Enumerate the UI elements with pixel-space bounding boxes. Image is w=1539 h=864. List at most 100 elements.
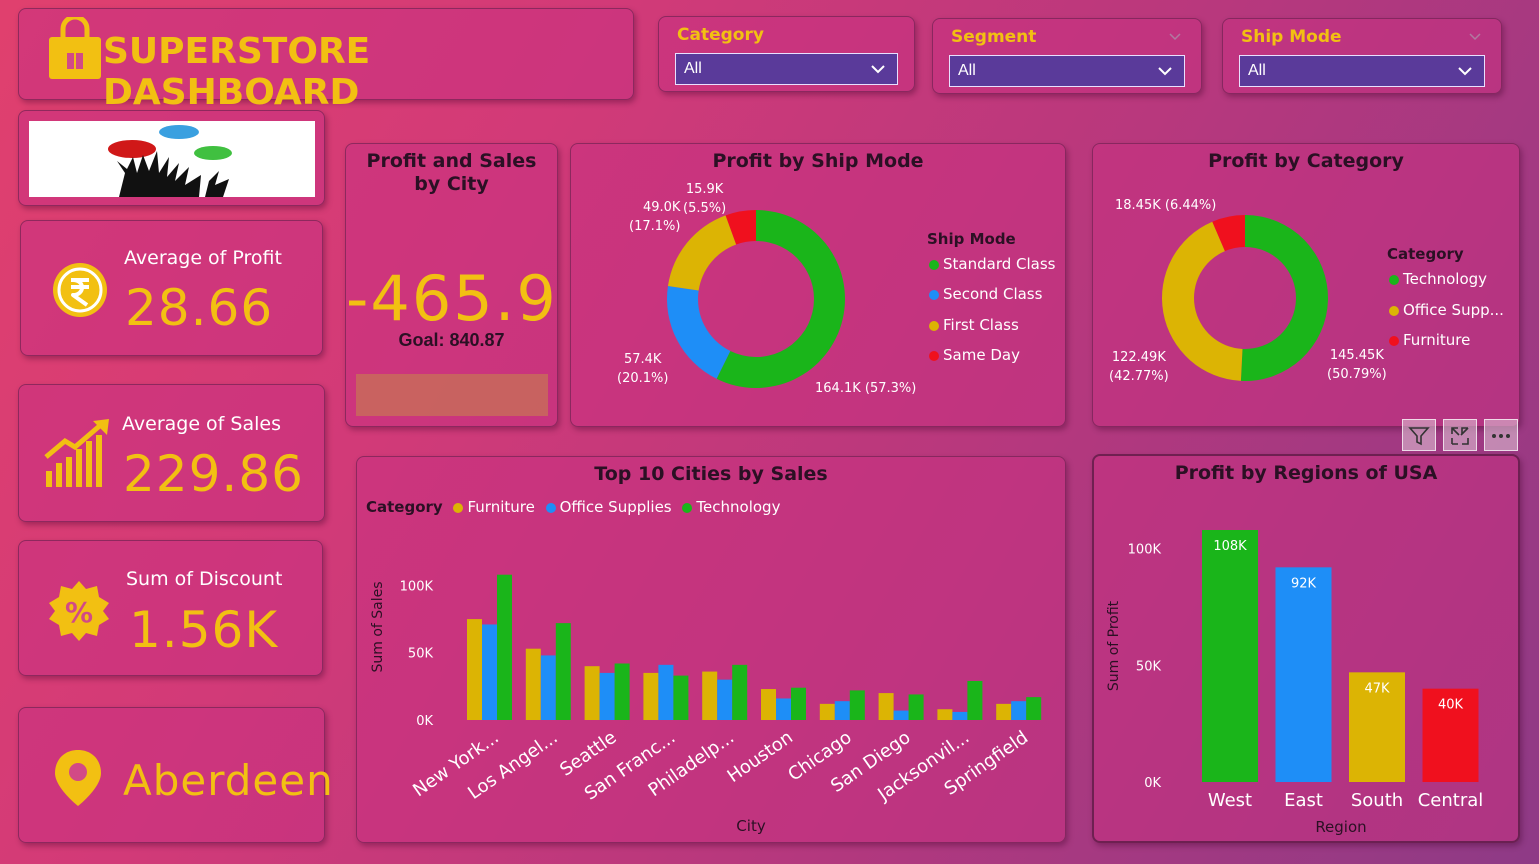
ship-mode-dropdown[interactable]: All xyxy=(1239,55,1485,87)
legend-label: Second Class xyxy=(943,285,1043,303)
legend-label: First Class xyxy=(943,316,1019,334)
slicer-ship-mode[interactable]: Ship Mode All xyxy=(1222,18,1502,94)
bar[interactable] xyxy=(717,679,733,720)
bar[interactable] xyxy=(893,710,909,720)
legend-title: Category xyxy=(1387,245,1464,263)
slicer-segment[interactable]: Segment All xyxy=(932,18,1202,94)
x-tick-label: Central xyxy=(1418,790,1484,811)
legend-item-standard-class[interactable]: Standard Class xyxy=(929,255,1055,273)
header-panel: SUPERSTORE DASHBOARD xyxy=(18,8,634,113)
gauge-goal: Goal: 840.87 xyxy=(398,330,505,350)
dashboard-title: SUPERSTORE DASHBOARD xyxy=(103,31,371,113)
dropdown-value: All xyxy=(684,60,702,77)
bar[interactable] xyxy=(497,574,512,720)
cities-bar-chart: 0K50K100KSum of SalesNew York...Los Ange… xyxy=(370,574,1042,835)
bar[interactable] xyxy=(467,619,482,720)
ship-mode-donut xyxy=(667,210,845,388)
x-axis-label: City xyxy=(736,817,766,835)
kpi-sum-discount: % Sum of Discount 1.56K xyxy=(18,540,323,676)
more-options-button[interactable] xyxy=(1484,419,1518,451)
kpi-label: Average of Sales xyxy=(122,413,281,435)
bar[interactable] xyxy=(482,624,497,720)
bar[interactable] xyxy=(673,675,689,720)
data-label-standard-class: 164.1K (57.3%) xyxy=(815,381,917,396)
donut-slice[interactable] xyxy=(667,285,731,379)
legend-marker xyxy=(929,320,939,331)
bar[interactable] xyxy=(878,693,894,720)
discount-badge-icon: % xyxy=(49,581,109,641)
sparkline-area xyxy=(356,374,548,416)
dropdown-value: All xyxy=(958,62,976,79)
bar[interactable] xyxy=(776,698,791,720)
bar[interactable] xyxy=(614,663,630,720)
legend-item-furniture[interactable]: Furniture xyxy=(453,498,535,516)
slicer-label: Ship Mode xyxy=(1241,27,1342,47)
data-label-furniture: 18.45K (6.44%) xyxy=(1115,198,1217,213)
chart-title: Profit by Regions of USA xyxy=(1174,462,1438,484)
donut-slice[interactable] xyxy=(1240,215,1328,381)
bar[interactable] xyxy=(937,709,953,720)
bar[interactable] xyxy=(1026,697,1042,720)
filter-icon xyxy=(1408,427,1430,446)
bar[interactable] xyxy=(996,703,1012,720)
legend-label: Office Supp... xyxy=(1403,301,1504,319)
bar[interactable] xyxy=(834,701,850,720)
legend-item-technology[interactable]: Technology xyxy=(682,498,780,516)
y-axis-label: Sum of Sales xyxy=(370,581,386,672)
chevron-down-icon xyxy=(1169,33,1181,41)
bar[interactable] xyxy=(952,711,968,720)
bar[interactable] xyxy=(732,664,748,720)
bar[interactable] xyxy=(599,672,615,720)
bar-data-label: 40K xyxy=(1438,698,1464,713)
bar[interactable] xyxy=(849,690,865,720)
slicer-label: Segment xyxy=(951,27,1037,47)
expand-icon xyxy=(1451,427,1469,445)
bar-data-label: 47K xyxy=(1364,681,1390,696)
bar[interactable] xyxy=(761,689,776,720)
chart-title: Profit by Category xyxy=(1208,150,1404,172)
bar[interactable] xyxy=(1275,567,1332,782)
regions-bar-chart: 0K 50K 100K Sum of Profit 108K West 92K East 47K… xyxy=(1106,530,1484,836)
x-tick-label: South xyxy=(1351,790,1403,811)
bar[interactable] xyxy=(1202,530,1258,782)
slicer-category[interactable]: Category All xyxy=(658,16,915,92)
profit-sales-by-city-card: Profit and Sales by City -465.99 Goal: 8… xyxy=(345,143,558,427)
profit-by-ship-mode-panel: Profit by Ship Mode 15.9K (5.5%) 49.0K (17… xyxy=(570,143,1066,427)
bar[interactable] xyxy=(643,672,659,720)
bar[interactable] xyxy=(525,648,541,720)
filter-button[interactable] xyxy=(1402,419,1436,451)
legend-item-technology[interactable]: Technology xyxy=(1389,270,1487,288)
legend-marker xyxy=(1389,335,1399,346)
category-dropdown[interactable]: All xyxy=(675,53,898,85)
focus-mode-button[interactable] xyxy=(1443,419,1477,451)
legend-item-same-day[interactable]: Same Day xyxy=(929,346,1020,364)
legend-item-second-class[interactable]: Second Class xyxy=(929,285,1042,303)
legend-item-office-supplies[interactable]: Office Supplies xyxy=(545,498,672,516)
y-tick-label: 100K xyxy=(1128,543,1162,558)
legend-item-furniture[interactable]: Furniture xyxy=(1389,331,1470,349)
bar[interactable] xyxy=(584,666,600,720)
location-pin-icon xyxy=(55,750,101,806)
profit-by-category-panel: Profit by Category 18.45K (6.44%) 122.49… xyxy=(1092,143,1520,427)
bar[interactable] xyxy=(791,687,806,720)
legend-marker xyxy=(1389,305,1399,316)
data-label-same-day: 15.9K (5.5%) xyxy=(683,182,727,216)
legend-label: Furniture xyxy=(1403,331,1471,349)
bar[interactable] xyxy=(819,703,835,720)
data-label-second-class: 57.4K (20.1%) xyxy=(617,352,669,386)
legend-marker xyxy=(929,350,939,361)
bar[interactable] xyxy=(908,694,924,720)
x-tick-label: East xyxy=(1284,790,1323,811)
segment-dropdown[interactable]: All xyxy=(949,55,1185,87)
bar[interactable] xyxy=(1011,701,1027,720)
card-title: Profit and Sales by City xyxy=(366,150,537,195)
legend-item-first-class[interactable]: First Class xyxy=(929,316,1019,334)
bar[interactable] xyxy=(555,623,571,720)
bar[interactable] xyxy=(967,680,983,720)
bar[interactable] xyxy=(702,671,718,720)
svg-text:%: % xyxy=(65,596,93,629)
legend-item-office-supplies[interactable]: Office Supp... xyxy=(1389,301,1504,319)
bar[interactable] xyxy=(540,655,556,720)
legend-marker xyxy=(453,502,464,513)
bar[interactable] xyxy=(658,664,674,720)
